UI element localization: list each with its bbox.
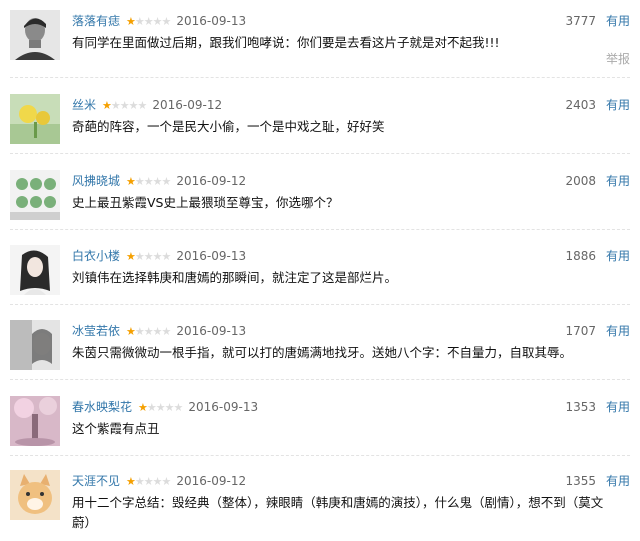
star-icon: ★ (134, 250, 145, 263)
star-icon: ★ (161, 475, 172, 488)
useful-button[interactable]: 有用 (606, 174, 630, 188)
useful-count: 1353 (565, 400, 596, 414)
comment-item: 春水映梨花 ★★★★★ 2016-09-13 1353 有用 这个紫霞有点丑 (0, 386, 640, 456)
comment-item: 天涯不见 ★★★★★ 2016-09-12 1355 有用 用十二个字总结：毁经典（整… (0, 460, 640, 541)
star-icon: ★ (152, 475, 163, 488)
star-icon: ★ (126, 15, 136, 28)
rating-stars: ★★★★★ (126, 473, 172, 490)
star-icon: ★ (161, 15, 172, 28)
star-icon: ★ (152, 250, 163, 263)
comment-username[interactable]: 春水映梨花 (72, 400, 132, 414)
divider (10, 229, 630, 230)
comment-username[interactable]: 冰莹若依 (72, 324, 120, 338)
useful-count: 2403 (565, 98, 596, 112)
divider (10, 455, 630, 456)
comment-date: 2016-09-13 (176, 249, 247, 263)
useful-button[interactable]: 有用 (606, 474, 630, 488)
comment-date: 2016-09-13 (176, 324, 247, 338)
rating-stars: ★★★★★ (126, 248, 172, 265)
comment-username[interactable]: 落落有痣 (72, 14, 120, 28)
useful-button[interactable]: 有用 (606, 14, 630, 28)
star-icon: ★ (134, 475, 145, 488)
avatar[interactable] (10, 245, 60, 295)
comment-item: 丝米 ★★★★★ 2016-09-12 2403 有用 奇葩的阵容，一个是民大小偷，一… (0, 84, 640, 154)
comment-item: 冰莹若依 ★★★★★ 2016-09-13 1707 有用 朱茵只需微微动一根手指，就… (0, 310, 640, 380)
rating-stars: ★★★★★ (102, 97, 148, 114)
comment-text: 有同学在里面做过后期，跟我们咆哮说：你们要是去看这片子就是对不起我!!! (72, 35, 500, 50)
avatar[interactable] (10, 320, 60, 370)
comment-item: 落落有痣 ★★★★★ 2016-09-13 3777 有用 有同学在里面做过后期，跟我… (0, 0, 640, 78)
star-icon: ★ (155, 401, 166, 414)
comment-text: 用十二个字总结：毁经典（整体），辣眼睛（韩庚和唐嫣的演技），什么鬼（剧情），想不… (72, 495, 604, 530)
useful-count: 2008 (565, 174, 596, 188)
useful-count: 1886 (565, 249, 596, 263)
star-icon: ★ (134, 15, 145, 28)
star-icon: ★ (110, 99, 121, 112)
report-link[interactable]: 举报 (606, 50, 630, 67)
star-icon: ★ (126, 250, 136, 263)
rating-stars: ★★★★★ (138, 399, 184, 416)
comment-date: 2016-09-12 (176, 474, 247, 488)
star-icon: ★ (134, 325, 145, 338)
star-icon: ★ (146, 401, 157, 414)
star-icon: ★ (126, 475, 136, 488)
comment-item: 风拂晓城 ★★★★★ 2016-09-12 2008 有用 史上最丑紫霞VS史上最猥琐… (0, 160, 640, 230)
star-icon: ★ (143, 325, 154, 338)
star-icon: ★ (152, 175, 163, 188)
comment-text: 朱茵只需微微动一根手指，就可以打的唐嫣满地找牙。送她八个字：不自量力，自取其辱。 (72, 345, 573, 360)
comment-date: 2016-09-12 (152, 98, 223, 112)
star-icon: ★ (143, 250, 154, 263)
star-icon: ★ (137, 99, 148, 112)
comment-text: 刘镇伟在选择韩庚和唐嫣的那瞬间，就注定了这是部烂片。 (72, 270, 398, 285)
star-icon: ★ (143, 15, 154, 28)
comment-date: 2016-09-12 (176, 174, 247, 188)
avatar[interactable] (10, 170, 60, 220)
comment-text: 奇葩的阵容，一个是民大小偷，一个是中戏之耻，好好笑 (72, 119, 385, 134)
useful-count: 3777 (565, 14, 596, 28)
star-icon: ★ (161, 325, 172, 338)
useful-count: 1707 (565, 324, 596, 338)
star-icon: ★ (128, 99, 139, 112)
useful-button[interactable]: 有用 (606, 324, 630, 338)
useful-button[interactable]: 有用 (606, 98, 630, 112)
rating-stars: ★★★★★ (126, 13, 172, 30)
useful-button[interactable]: 有用 (606, 249, 630, 263)
comment-item: 白衣小楼 ★★★★★ 2016-09-13 1886 有用 刘镇伟在选择韩庚和唐嫣的那… (0, 235, 640, 305)
rating-stars: ★★★★★ (126, 323, 172, 340)
comment-username[interactable]: 白衣小楼 (72, 249, 120, 263)
rating-stars: ★★★★★ (126, 173, 172, 190)
star-icon: ★ (143, 175, 154, 188)
comment-username[interactable]: 丝米 (72, 98, 96, 112)
comment-list: 落落有痣 ★★★★★ 2016-09-13 3777 有用 有同学在里面做过后期，跟我… (0, 0, 640, 541)
divider (10, 304, 630, 305)
divider (10, 153, 630, 154)
star-icon: ★ (152, 15, 163, 28)
star-icon: ★ (138, 401, 148, 414)
star-icon: ★ (161, 175, 172, 188)
comment-date: 2016-09-13 (188, 400, 259, 414)
star-icon: ★ (161, 250, 172, 263)
star-icon: ★ (152, 325, 163, 338)
avatar[interactable] (10, 94, 60, 144)
star-icon: ★ (173, 401, 184, 414)
comment-date: 2016-09-13 (176, 14, 247, 28)
comment-text: 这个紫霞有点丑 (72, 421, 160, 436)
comment-username[interactable]: 风拂晓城 (72, 174, 120, 188)
divider (10, 379, 630, 380)
star-icon: ★ (126, 325, 136, 338)
star-icon: ★ (143, 475, 154, 488)
star-icon: ★ (164, 401, 175, 414)
comment-username[interactable]: 天涯不见 (72, 474, 120, 488)
useful-count: 1355 (565, 474, 596, 488)
star-icon: ★ (134, 175, 145, 188)
divider (10, 77, 630, 78)
comment-text: 史上最丑紫霞VS史上最猥琐至尊宝，你选哪个？ (72, 195, 339, 210)
useful-button[interactable]: 有用 (606, 400, 630, 414)
star-icon: ★ (126, 175, 136, 188)
star-icon: ★ (119, 99, 130, 112)
avatar[interactable] (10, 396, 60, 446)
avatar[interactable] (10, 470, 60, 520)
star-icon: ★ (102, 99, 112, 112)
avatar[interactable] (10, 10, 60, 60)
